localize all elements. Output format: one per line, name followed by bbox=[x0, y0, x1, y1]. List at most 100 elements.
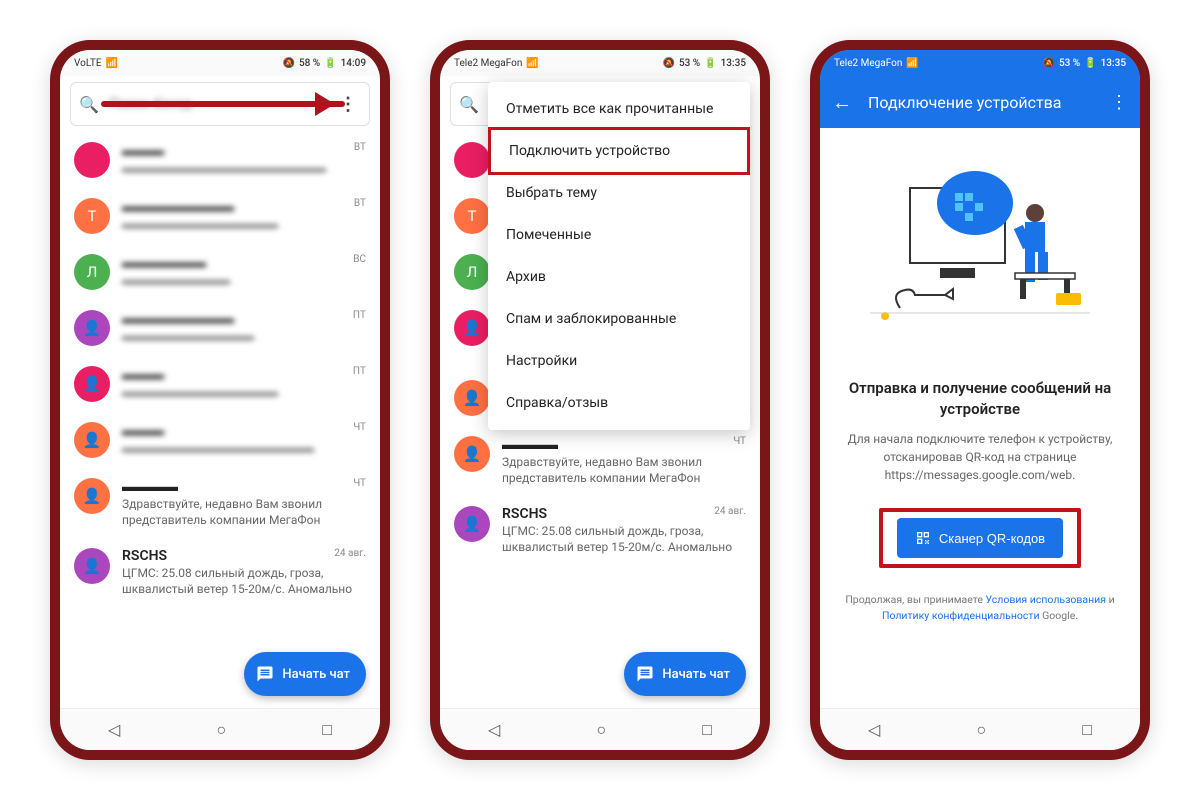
chat-item[interactable]: ▬▬▬▬▬▬▬▬▬▬▬▬▬▬▬▬▬▬▬▬ВТ bbox=[60, 132, 380, 188]
chat-item[interactable]: 👤▬▬▬▬▬▬▬▬▬▬▬▬▬▬▬▬▬▬▬ЧТ bbox=[60, 412, 380, 468]
chat-preview: ▬▬▬▬▬▬▬▬▬ bbox=[122, 273, 366, 289]
avatar: 👤 bbox=[74, 366, 110, 402]
menu-item[interactable]: Спам и заблокированные bbox=[488, 298, 750, 340]
chat-time: ЧТ bbox=[353, 478, 366, 489]
start-chat-fab[interactable]: Начать чат bbox=[624, 652, 746, 696]
chat-time: 24 авг. bbox=[714, 506, 746, 517]
nav-back-icon[interactable]: ◁ bbox=[488, 720, 500, 739]
terms-link[interactable]: Условия использования bbox=[986, 593, 1106, 606]
nav-bar: ◁ ○ □ bbox=[820, 708, 1140, 750]
chat-name: ▬▬▬▬▬▬▬▬ bbox=[122, 198, 366, 215]
avatar bbox=[454, 142, 490, 178]
avatar: Т bbox=[454, 198, 490, 234]
start-chat-fab[interactable]: Начать чат bbox=[244, 652, 366, 696]
nav-recent-icon[interactable]: □ bbox=[1082, 720, 1092, 740]
avatar: 👤 bbox=[74, 548, 110, 584]
chat-time: ПТ bbox=[353, 366, 366, 377]
chat-name: ▬▬▬▬▬▬▬▬ bbox=[122, 310, 366, 327]
nav-home-icon[interactable]: ○ bbox=[216, 720, 226, 740]
chat-time: ВТ bbox=[354, 198, 366, 209]
phone-frame-1: VoLTE 📶 🔕58 %🔋14:09 🔍 Поиск бесед ⋮ ▬▬▬▬… bbox=[50, 40, 390, 760]
chat-preview: ▬▬▬▬▬▬▬▬▬▬▬▬▬ bbox=[122, 217, 366, 233]
terms-footer: Продолжая, вы принимаете Условия использ… bbox=[844, 592, 1116, 624]
chat-preview: Здравствуйте, недавно Вам звонил предста… bbox=[502, 455, 746, 486]
page-title: Подключение устройства bbox=[868, 93, 1094, 112]
chat-name: ▬▬▬ bbox=[122, 422, 366, 439]
chat-list: ▬▬▬▬▬▬▬▬▬▬▬▬▬▬▬▬▬▬▬▬ВТТ▬▬▬▬▬▬▬▬▬▬▬▬▬▬▬▬▬… bbox=[60, 132, 380, 708]
search-icon: 🔍 bbox=[79, 95, 99, 114]
chat-preview: ▬▬▬▬▬▬▬▬▬▬▬▬▬▬▬▬▬ bbox=[122, 161, 366, 177]
overflow-menu-button[interactable]: ⋮ bbox=[1110, 92, 1128, 113]
chat-name: ▬▬▬▬▬▬ bbox=[122, 254, 366, 271]
connect-subtitle: Для начала подключите телефон к устройст… bbox=[844, 430, 1116, 484]
chat-preview: ЦГМС: 25.08 сильный дождь, гроза, шквали… bbox=[502, 524, 746, 556]
avatar: 👤 bbox=[454, 380, 490, 416]
chat-name: ▬▬▬▬ bbox=[502, 436, 746, 453]
chat-item[interactable]: Т▬▬▬▬▬▬▬▬▬▬▬▬▬▬▬▬▬▬▬▬▬ВТ bbox=[60, 188, 380, 244]
highlight-arrow bbox=[101, 101, 345, 107]
chat-preview: Здравствуйте, недавно Вам звонил предста… bbox=[122, 497, 366, 528]
chat-preview: ▬▬▬▬▬▬▬▬▬▬▬▬▬ bbox=[122, 385, 366, 401]
illustration bbox=[870, 168, 1090, 338]
menu-item[interactable]: Выбрать тему bbox=[488, 172, 750, 214]
nav-recent-icon[interactable]: □ bbox=[702, 720, 712, 740]
avatar bbox=[74, 142, 110, 178]
qr-scanner-button[interactable]: Сканер QR-кодов bbox=[897, 518, 1063, 558]
chat-time: ВС bbox=[353, 254, 366, 265]
menu-item[interactable]: Отметить все как прочитанные bbox=[488, 88, 750, 130]
nav-home-icon[interactable]: ○ bbox=[976, 720, 986, 740]
avatar: 👤 bbox=[74, 310, 110, 346]
chat-preview: ЦГМС: 25.08 сильный дождь, гроза, шквали… bbox=[122, 566, 366, 598]
nav-back-icon[interactable]: ◁ bbox=[108, 720, 120, 739]
menu-item[interactable]: Архив bbox=[488, 256, 750, 298]
phone-frame-3: Tele2 MegaFon 📶 🔕53 %🔋13:35 ← Подключени… bbox=[810, 40, 1150, 760]
menu-item[interactable]: Настройки bbox=[488, 340, 750, 382]
status-bar: VoLTE 📶 🔕58 %🔋14:09 bbox=[60, 50, 380, 76]
chat-time: ВТ bbox=[354, 142, 366, 153]
chat-time: 24 авг. bbox=[334, 548, 366, 559]
status-bar: Tele2 MegaFon 📶 🔕53 %🔋13:35 bbox=[440, 50, 760, 76]
search-bar[interactable]: 🔍 Поиск бесед ⋮ bbox=[70, 82, 370, 126]
page-header: ← Подключение устройства ⋮ bbox=[820, 76, 1140, 128]
avatar: 👤 bbox=[74, 478, 110, 514]
back-button[interactable]: ← bbox=[832, 90, 852, 115]
menu-item[interactable]: Подключить устройство bbox=[488, 127, 750, 175]
chat-name: ▬▬▬▬ bbox=[122, 478, 366, 495]
chat-name: RSCHS bbox=[502, 506, 746, 522]
chat-time: ПТ bbox=[353, 310, 366, 321]
chat-item[interactable]: 👤▬▬▬▬▬▬▬▬▬▬▬▬▬▬▬▬▬▬▬ПТ bbox=[60, 300, 380, 356]
search-icon: 🔍 bbox=[459, 95, 479, 114]
privacy-link[interactable]: Политику конфиденциальности bbox=[882, 609, 1040, 622]
avatar: Т bbox=[74, 198, 110, 234]
chat-item[interactable]: 👤 RSCHS ЦГМС: 25.08 сильный дождь, гроза, … bbox=[60, 538, 380, 608]
avatar: 👤 bbox=[74, 422, 110, 458]
menu-item[interactable]: Помеченные bbox=[488, 214, 750, 256]
avatar: Л bbox=[74, 254, 110, 290]
menu-item[interactable]: Справка/отзыв bbox=[488, 382, 750, 424]
chat-item[interactable]: Л▬▬▬▬▬▬▬▬▬▬▬▬▬▬▬ВС bbox=[60, 244, 380, 300]
chat-name: ▬▬▬ bbox=[122, 366, 366, 383]
nav-bar: ◁ ○ □ bbox=[440, 708, 760, 750]
chat-item[interactable]: 👤 ▬▬▬▬ Здравствуйте, недавно Вам звонил пр… bbox=[440, 426, 760, 496]
avatar: Л bbox=[454, 254, 490, 290]
chat-name: ▬▬▬ bbox=[122, 142, 366, 159]
chat-item[interactable]: 👤 ▬▬▬▬ Здравствуйте, недавно Вам звонил пр… bbox=[60, 468, 380, 538]
avatar: 👤 bbox=[454, 436, 490, 472]
chat-preview: ▬▬▬▬▬▬▬▬▬▬▬ bbox=[122, 329, 366, 345]
chat-time: ЧТ bbox=[353, 422, 366, 433]
status-bar: Tele2 MegaFon 📶 🔕53 %🔋13:35 bbox=[820, 50, 1140, 76]
nav-bar: ◁ ○ □ bbox=[60, 708, 380, 750]
avatar: 👤 bbox=[454, 506, 490, 542]
chat-item[interactable]: 👤▬▬▬▬▬▬▬▬▬▬▬▬▬▬▬▬ПТ bbox=[60, 356, 380, 412]
chat-name: RSCHS bbox=[122, 548, 366, 564]
chat-time: ЧТ bbox=[733, 436, 746, 447]
nav-home-icon[interactable]: ○ bbox=[596, 720, 606, 740]
avatar: 👤 bbox=[454, 310, 490, 346]
chat-item[interactable]: 👤 RSCHS ЦГМС: 25.08 сильный дождь, гроза, … bbox=[440, 496, 760, 566]
nav-recent-icon[interactable]: □ bbox=[322, 720, 332, 740]
highlight-box: Сканер QR-кодов bbox=[879, 508, 1081, 568]
overflow-menu: Отметить все как прочитанныеПодключить у… bbox=[488, 82, 750, 430]
nav-back-icon[interactable]: ◁ bbox=[868, 720, 880, 739]
chat-preview: ▬▬▬▬▬▬▬▬▬▬▬▬▬▬▬▬ bbox=[122, 441, 366, 457]
phone-frame-2: Tele2 MegaFon 📶 🔕53 %🔋13:35 🔍 ▬▬▬▬▬▬▬▬▬▬… bbox=[430, 40, 770, 760]
